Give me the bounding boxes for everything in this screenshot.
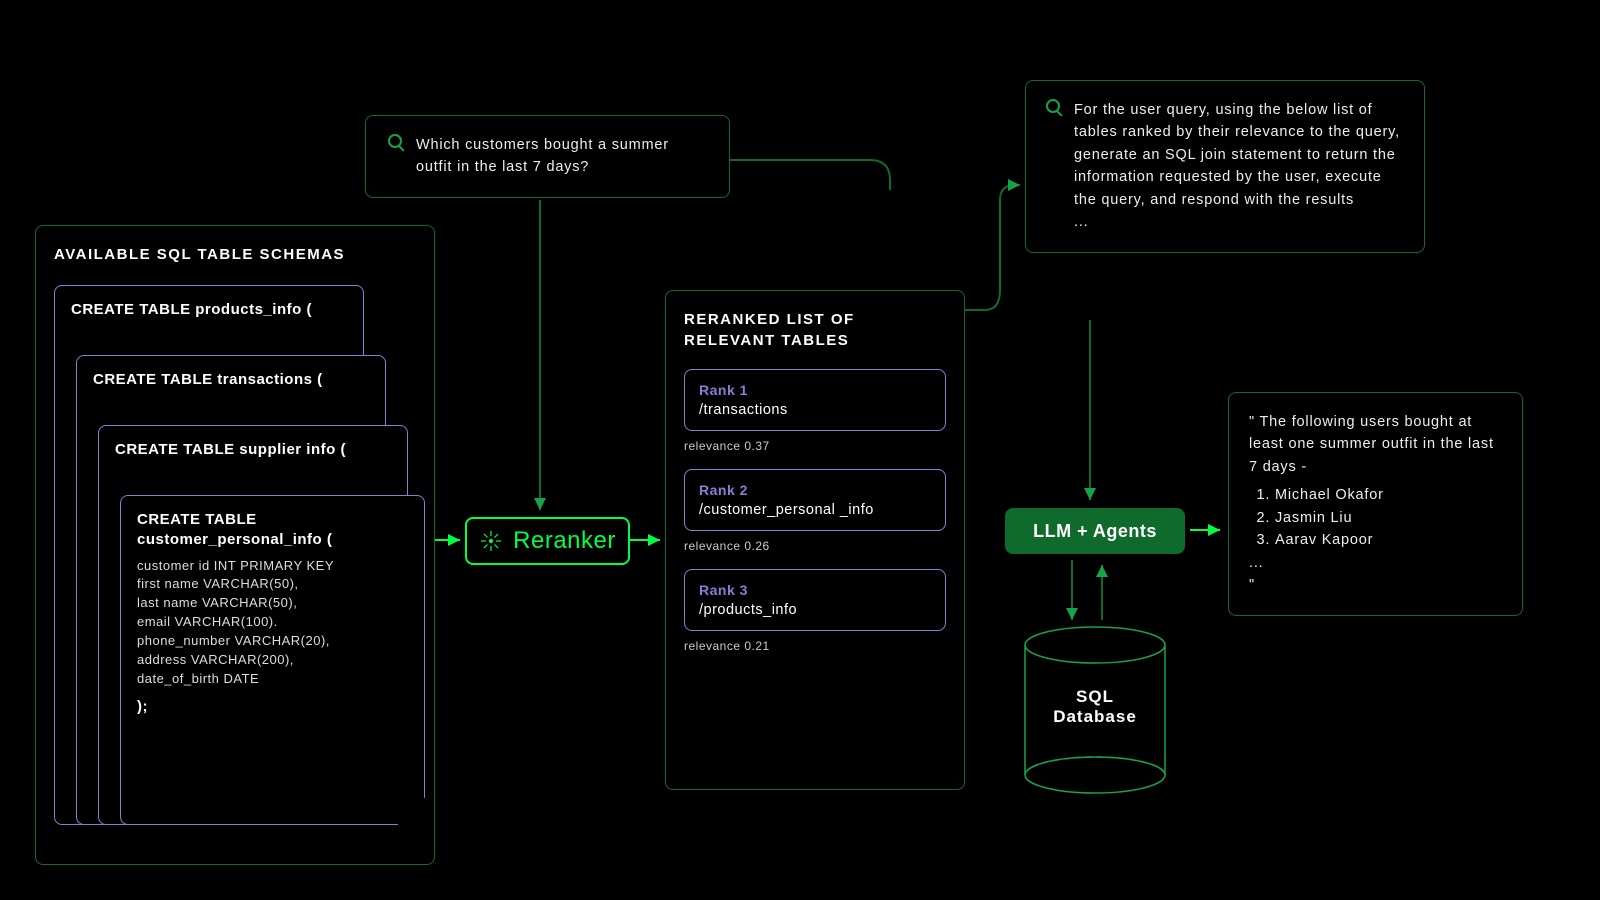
db-label-1: SQL	[1020, 687, 1170, 707]
rank-card: Rank 2/customer_personal _info	[684, 469, 946, 531]
schema-header: CREATE TABLE transactions (	[93, 370, 369, 390]
reranker-node: Reranker	[465, 517, 630, 565]
rank-relevance: relevance 0.26	[684, 539, 946, 553]
rank-path: /transactions	[699, 402, 931, 418]
rank-path: /customer_personal _info	[699, 502, 931, 518]
rank-path: /products_info	[699, 602, 931, 618]
schema-card-detailed: CREATE TABLE customer_personal_info ( cu…	[120, 495, 425, 825]
result-box: " The following users bought at least on…	[1228, 392, 1523, 616]
result-list: Michael OkaforJasmin LiuAarav Kapoor	[1275, 484, 1502, 551]
schema-field: date_of_birth DATE	[137, 670, 408, 689]
user-query-text: Which customers bought a summer outfit i…	[416, 134, 707, 179]
schemas-container: AVAILABLE SQL TABLE SCHEMAS CREATE TABLE…	[35, 225, 435, 865]
rank-card: Rank 3/products_info	[684, 569, 946, 631]
schema-header: CREATE TABLE supplier info (	[115, 440, 391, 460]
rank-label: Rank 3	[699, 582, 931, 598]
ellipsis: ...	[1074, 211, 1404, 233]
result-item: Michael Okafor	[1275, 484, 1502, 506]
schema-header: CREATE TABLE customer_personal_info (	[137, 510, 408, 551]
search-icon	[388, 134, 402, 148]
reranked-container: RERANKED LIST OF RELEVANT TABLES Rank 1/…	[665, 290, 965, 790]
reranker-label: Reranker	[513, 527, 616, 555]
result-item: Jasmin Liu	[1275, 507, 1502, 529]
close-quote: "	[1249, 574, 1502, 596]
rank-relevance: relevance 0.21	[684, 639, 946, 653]
llm-agents-node: LLM + Agents	[1005, 508, 1185, 554]
sql-database: SQL Database	[1020, 625, 1170, 800]
search-icon	[1046, 99, 1060, 113]
schema-field: email VARCHAR(100).	[137, 613, 408, 632]
schema-field: customer id INT PRIMARY KEY	[137, 557, 408, 576]
schema-field: first name VARCHAR(50),	[137, 575, 408, 594]
reranked-title: RERANKED LIST OF RELEVANT TABLES	[684, 309, 946, 351]
rank-label: Rank 2	[699, 482, 931, 498]
ellipsis: ...	[1249, 552, 1502, 574]
reranker-icon	[479, 529, 503, 553]
schema-field: phone_number VARCHAR(20),	[137, 632, 408, 651]
result-item: Aarav Kapoor	[1275, 529, 1502, 551]
rank-card: Rank 1/transactions	[684, 369, 946, 431]
rank-relevance: relevance 0.37	[684, 439, 946, 453]
db-label-2: Database	[1020, 707, 1170, 727]
result-intro: " The following users bought at least on…	[1249, 411, 1502, 478]
system-prompt-box: For the user query, using the below list…	[1025, 80, 1425, 253]
user-query-box: Which customers bought a summer outfit i…	[365, 115, 730, 198]
schemas-title: AVAILABLE SQL TABLE SCHEMAS	[54, 246, 416, 263]
page-fold-icon	[397, 797, 425, 825]
schema-header: CREATE TABLE products_info (	[71, 300, 347, 320]
schema-closer: );	[137, 698, 408, 715]
schema-field: last name VARCHAR(50),	[137, 594, 408, 613]
rank-label: Rank 1	[699, 382, 931, 398]
system-prompt-text: For the user query, using the below list…	[1074, 99, 1404, 211]
schema-field: address VARCHAR(200),	[137, 651, 408, 670]
llm-label: LLM + Agents	[1033, 521, 1157, 542]
